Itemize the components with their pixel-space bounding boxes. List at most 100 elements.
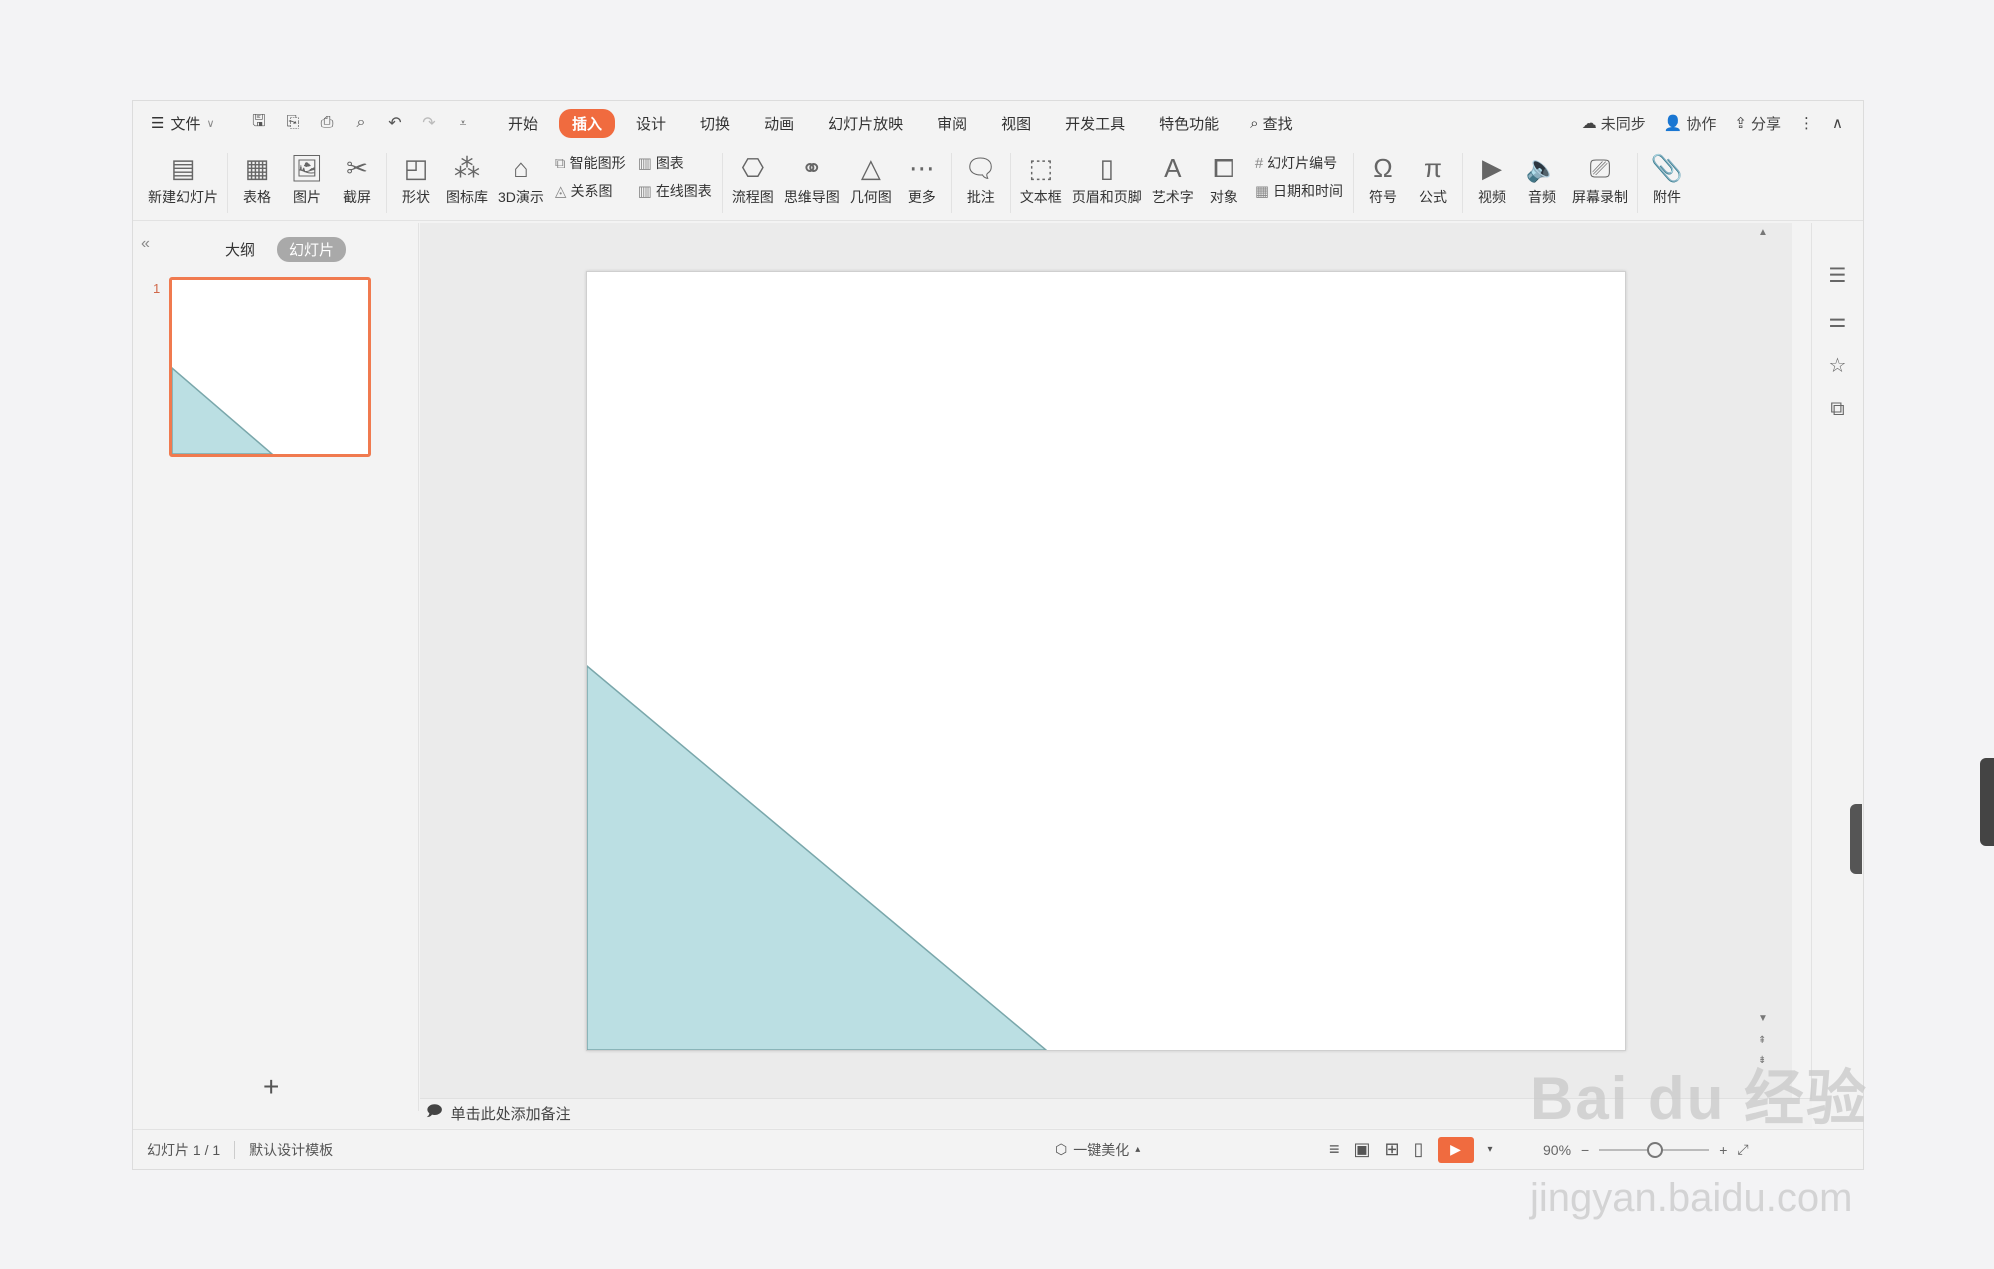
flowchart-button[interactable]: ⎔ 流程图 bbox=[732, 145, 774, 207]
audio-button[interactable]: 🔈 音频 bbox=[1522, 145, 1562, 207]
file-menu[interactable]: ☰ 文件 ∨ bbox=[151, 113, 243, 134]
slide-number-button[interactable]: # 幻灯片编号 bbox=[1255, 153, 1343, 173]
zoom-level[interactable]: 90% bbox=[1543, 1142, 1571, 1158]
add-slide-button[interactable]: + bbox=[263, 1071, 279, 1103]
attachment-button[interactable]: 📎 附件 bbox=[1647, 145, 1687, 207]
slide-triangle[interactable] bbox=[586, 664, 1049, 1051]
table-button[interactable]: ▦ 表格 bbox=[237, 145, 277, 207]
zoom-out-icon[interactable]: − bbox=[1581, 1142, 1589, 1158]
relation-button[interactable]: ◬ 关系图 bbox=[555, 181, 626, 201]
save-icon[interactable]: 🖫 bbox=[249, 110, 269, 137]
textbox-button[interactable]: ⬚ 文本框 bbox=[1020, 145, 1062, 207]
search-label: 查找 bbox=[1262, 115, 1293, 133]
wordart-button[interactable]: A 艺术字 bbox=[1152, 145, 1194, 207]
audio-label: 音频 bbox=[1528, 189, 1556, 205]
header-footer-button[interactable]: ▯ 页眉和页脚 bbox=[1072, 145, 1142, 207]
scroll-down-icon[interactable]: ▼ bbox=[1758, 1013, 1768, 1024]
more-button[interactable]: ⋯ 更多 bbox=[902, 145, 942, 207]
collapse-panel-icon[interactable]: « bbox=[141, 235, 150, 253]
sorter-view-icon[interactable]: ⊞ bbox=[1385, 1139, 1400, 1160]
edge-handle[interactable] bbox=[1980, 758, 1994, 846]
reading-view-icon[interactable]: ▯ bbox=[1414, 1139, 1424, 1160]
tab-slideshow[interactable]: 幻灯片放映 bbox=[815, 109, 916, 138]
icon-library-icon: ⁂ bbox=[454, 153, 480, 183]
screen-record-label: 屏幕录制 bbox=[1572, 189, 1628, 205]
tab-transition[interactable]: 切换 bbox=[687, 109, 743, 138]
edge-handle[interactable] bbox=[1850, 804, 1862, 874]
tab-features[interactable]: 特色功能 bbox=[1146, 109, 1232, 138]
customize-icon[interactable]: ⩡ bbox=[453, 116, 473, 131]
tab-design[interactable]: 设计 bbox=[623, 109, 679, 138]
notes-view-icon[interactable]: ≡ bbox=[1329, 1139, 1340, 1160]
template-name[interactable]: 默认设计模板 bbox=[249, 1140, 333, 1160]
new-slide-button[interactable]: ▤ 新建幻灯片 bbox=[148, 145, 218, 207]
shape-button[interactable]: ◰ 形状 bbox=[396, 145, 436, 207]
scissors-icon: ✂ bbox=[346, 153, 368, 183]
tab-insert[interactable]: 插入 bbox=[559, 108, 616, 138]
icon-library-button[interactable]: ⁂ 图标库 bbox=[446, 145, 488, 207]
slide-number-icon: # bbox=[1254, 154, 1264, 172]
tab-slides[interactable]: 幻灯片 bbox=[277, 237, 347, 262]
slide-number-label: 幻灯片编号 bbox=[1267, 155, 1338, 171]
panel-view-tabs: 大纲 幻灯片 bbox=[213, 237, 347, 262]
tab-outline[interactable]: 大纲 bbox=[213, 237, 267, 262]
smart-art-button[interactable]: ⧉ 智能图形 bbox=[555, 153, 626, 173]
mindmap-button[interactable]: ⚭ 思维导图 bbox=[784, 145, 840, 207]
cube-icon: ⬡ bbox=[1055, 1141, 1068, 1157]
share-label: 分享 bbox=[1751, 115, 1782, 133]
share-button[interactable]: ⇪ 分享 bbox=[1734, 113, 1781, 134]
scroll-up-icon[interactable]: ▲ bbox=[1758, 227, 1768, 238]
geometry-label: 几何图 bbox=[849, 189, 892, 205]
play-slideshow-button[interactable]: ▶ bbox=[1437, 1136, 1474, 1163]
normal-view-icon[interactable]: ▣ bbox=[1354, 1139, 1371, 1160]
screen-record-button[interactable]: ⎚ 屏幕录制 bbox=[1572, 145, 1628, 207]
ribbon-separator bbox=[721, 153, 723, 213]
geometry-button[interactable]: △ 几何图 bbox=[850, 145, 892, 207]
format-painter-icon[interactable]: ⎘ bbox=[283, 114, 303, 132]
tab-developer[interactable]: 开发工具 bbox=[1052, 109, 1138, 138]
settings-sliders-icon[interactable]: ⚌ bbox=[1829, 308, 1847, 333]
online-chart-button[interactable]: ▥ 在线图表 bbox=[638, 181, 712, 201]
picture-button[interactable]: 🖼 图片 bbox=[287, 145, 327, 207]
tab-view[interactable]: 视图 bbox=[988, 109, 1044, 138]
copy-icon[interactable]: ⧉ bbox=[1830, 398, 1844, 421]
collab-button[interactable]: 👤 协作 bbox=[1664, 113, 1717, 134]
properties-icon[interactable]: ☰ bbox=[1829, 263, 1847, 288]
more-vertical-icon[interactable]: ⋮ bbox=[1799, 114, 1814, 132]
demo3d-button[interactable]: ⌂ 3D演示 bbox=[498, 145, 544, 207]
print-icon[interactable]: ⎙ bbox=[317, 114, 337, 132]
tab-home[interactable]: 开始 bbox=[495, 109, 551, 138]
date-time-button[interactable]: ▦ 日期和时间 bbox=[1255, 181, 1343, 201]
slide-shape-layer bbox=[586, 664, 1049, 1051]
zoom-in-icon[interactable]: + bbox=[1719, 1142, 1727, 1158]
current-slide[interactable] bbox=[586, 271, 1626, 1051]
print-preview-icon[interactable]: ⌕ bbox=[351, 114, 371, 132]
tab-animation[interactable]: 动画 bbox=[751, 109, 807, 138]
chart-button[interactable]: ▥ 图表 bbox=[638, 153, 712, 173]
play-dropdown-icon[interactable]: ▾ bbox=[1488, 1144, 1493, 1155]
fit-window-icon[interactable]: ⤢ bbox=[1737, 1141, 1748, 1158]
symbol-button[interactable]: Ω 符号 bbox=[1363, 145, 1403, 207]
vertical-scrollbar[interactable]: ▲ ▼ ⇞ ⇟ bbox=[1754, 223, 1772, 1098]
online-chart-label: 在线图表 bbox=[655, 183, 712, 199]
formula-button[interactable]: π 公式 bbox=[1413, 145, 1453, 207]
zoom-slider[interactable] bbox=[1599, 1141, 1710, 1158]
star-icon[interactable]: ☆ bbox=[1829, 353, 1847, 378]
cloud-icon: ☁ bbox=[1581, 115, 1597, 132]
sync-status[interactable]: ☁ 未同步 bbox=[1582, 113, 1646, 134]
collapse-ribbon-icon[interactable]: ∧ bbox=[1832, 114, 1843, 132]
tab-review[interactable]: 审阅 bbox=[924, 109, 980, 138]
search-button[interactable]: ⌕ 查找 bbox=[1250, 113, 1292, 134]
attachment-label: 附件 bbox=[1653, 189, 1681, 205]
zoom-slider-knob[interactable] bbox=[1647, 1141, 1664, 1158]
object-button[interactable]: ⧠ 对象 bbox=[1204, 145, 1244, 207]
video-button[interactable]: ▶ 视频 bbox=[1472, 145, 1512, 207]
calendar-icon: ▦ bbox=[1254, 183, 1269, 200]
slide-thumbnail[interactable] bbox=[169, 277, 371, 457]
undo-icon[interactable]: ↶ bbox=[385, 113, 405, 133]
redo-icon[interactable]: ↷ bbox=[419, 113, 439, 133]
screenshot-button[interactable]: ✂ 截屏 bbox=[337, 145, 377, 207]
prev-slide-icon[interactable]: ⇞ bbox=[1758, 1035, 1766, 1046]
beautify-button[interactable]: ⬡ 一键美化 ▴ bbox=[1055, 1140, 1140, 1160]
comment-button[interactable]: 🗨 批注 bbox=[961, 145, 1001, 207]
